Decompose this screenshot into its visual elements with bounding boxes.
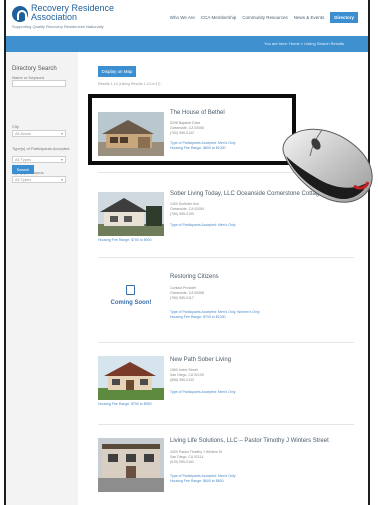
city-select[interactable]: All Areas ▾ xyxy=(12,130,66,137)
house-photo-image xyxy=(98,356,164,400)
rooms-select-value: All Types xyxy=(15,177,32,182)
highlight-box xyxy=(88,94,296,165)
listing-photo[interactable] xyxy=(98,192,164,236)
listing-address: 4420 Pastor Timothy J Winters St xyxy=(170,450,222,454)
nav-cca-membership[interactable]: CCA Membership xyxy=(201,15,236,20)
participants-select-value: All Types xyxy=(15,157,32,162)
city-select-value: All Areas xyxy=(15,131,31,136)
listing-item: Restoring Citizens Contact Provider Ocea… xyxy=(98,272,358,332)
participants-label: Type(s) of Participants Accepted xyxy=(12,146,70,151)
site-logo[interactable]: Recovery Residence Association Supportin… xyxy=(12,3,132,32)
listing-participants: Type of Participants Accepted: Men's Onl… xyxy=(170,474,236,478)
listing-price: Housing Fee Range: $700 to $1000 xyxy=(170,315,226,319)
logo-text-line2: Association xyxy=(31,12,78,22)
nav-directory[interactable]: Directory xyxy=(330,12,358,23)
breadcrumb: You are here: Home » Listing Search Resu… xyxy=(264,41,344,46)
browser-page: Recovery Residence Association Supportin… xyxy=(4,0,370,505)
listing-address: 1960 Irvine Street xyxy=(170,368,198,372)
listing-photo[interactable] xyxy=(98,356,164,400)
sidebar-title: Directory Search xyxy=(12,66,57,72)
main-nav: Who We Are CCA Membership Community Reso… xyxy=(170,12,358,23)
listing-phone: (858) 555-0133 xyxy=(170,378,194,382)
nav-community-resources[interactable]: Community Resources xyxy=(242,15,288,20)
listing-price: Housing Fee Range: $750 to $950 xyxy=(98,402,152,406)
listing-item: Living Life Solutions, LLC – Pastor Timo… xyxy=(98,434,358,494)
listing-price: Housing Fee Range: $700 to $900 xyxy=(98,238,152,242)
listing-participants: Type of Participants Accepted: Men's Onl… xyxy=(170,310,260,314)
chevron-down-icon: ▾ xyxy=(60,157,63,162)
listing-phone: (619) 555-0162 xyxy=(170,460,194,464)
listing-divider xyxy=(98,342,354,343)
house-photo-image xyxy=(98,438,164,492)
listing-name[interactable]: Restoring Citizens xyxy=(170,274,219,280)
chevron-down-icon: ▾ xyxy=(60,177,63,182)
listing-phone: (760) 555-0190 xyxy=(170,212,194,216)
listing-item: New Path Sober Living 1960 Irvine Street… xyxy=(98,352,358,412)
results-count: Results 1-10 (Listing Results 1-10 of 47… xyxy=(98,82,161,86)
keyword-input[interactable] xyxy=(12,80,66,87)
nav-news-events[interactable]: News & Events xyxy=(294,15,325,20)
listing-city: San Diego, CA 92114 xyxy=(170,455,204,459)
listing-divider xyxy=(98,424,354,425)
listing-city: Oceanside, CA 92054 xyxy=(170,207,205,211)
computer-mouse-icon xyxy=(282,128,373,203)
logo-tagline: Supporting Quality Recovery Residences N… xyxy=(12,24,104,29)
chevron-down-icon: ▾ xyxy=(60,131,63,136)
display-on-map-button[interactable]: Display on Map xyxy=(98,66,136,77)
site-header: Recovery Residence Association Supportin… xyxy=(6,0,368,36)
search-button[interactable]: Search xyxy=(12,165,34,174)
listing-address: Contact Provider xyxy=(170,286,197,290)
listing-name[interactable]: New Path Sober Living xyxy=(170,357,231,363)
listing-photo[interactable] xyxy=(98,438,164,492)
listing-divider xyxy=(98,257,354,258)
house-photo-image xyxy=(98,192,164,236)
listing-phone: (760) 555-0117 xyxy=(170,296,194,300)
listing-city: San Diego, CA 92109 xyxy=(170,373,204,377)
nav-who-we-are[interactable]: Who We Are xyxy=(170,15,195,20)
breadcrumb-bar: You are here: Home » Listing Search Resu… xyxy=(6,36,368,52)
listing-participants: Type of Participants Accepted: Men's Onl… xyxy=(170,223,236,227)
participants-select[interactable]: All Types ▾ xyxy=(12,156,66,163)
listing-city: Oceanside, CA 92058 xyxy=(170,291,205,295)
rooms-select[interactable]: All Types ▾ xyxy=(12,176,66,183)
listing-participants: Type of Participants Accepted: Men's Onl… xyxy=(170,390,236,394)
listing-address: 1400 Surfrider Ave xyxy=(170,202,199,206)
listing-name[interactable]: Living Life Solutions, LLC – Pastor Timo… xyxy=(170,438,329,444)
listing-price: Housing Fee Range: $600 to $800 xyxy=(170,479,224,483)
city-label: City xyxy=(12,124,19,129)
logo-icon xyxy=(12,6,28,22)
directory-search-sidebar: Directory Search Name or Keyword City Al… xyxy=(6,52,78,505)
